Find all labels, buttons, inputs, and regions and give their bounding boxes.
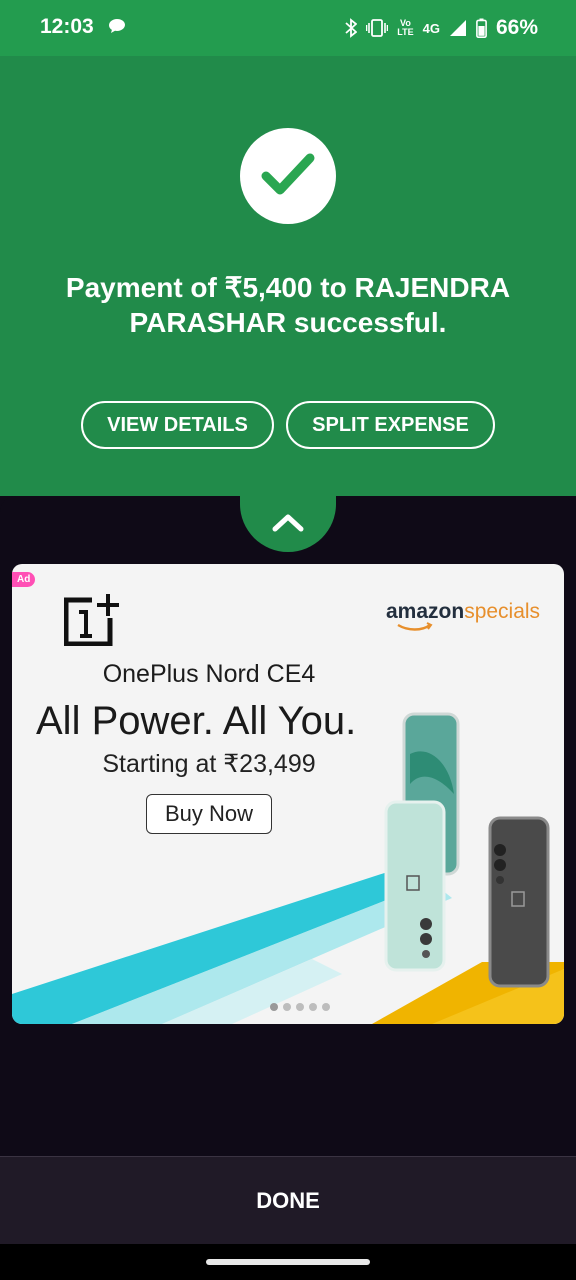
view-details-button[interactable]: VIEW DETAILS bbox=[81, 401, 274, 449]
footer-bar: DONE bbox=[0, 1156, 576, 1245]
status-icons: Vo LTE 4G 66% bbox=[345, 14, 538, 42]
battery-percent: 66% bbox=[495, 16, 538, 39]
battery-icon bbox=[476, 18, 487, 38]
chat-icon bbox=[109, 19, 125, 33]
chevron-up-icon bbox=[272, 514, 304, 532]
carousel-dot[interactable] bbox=[322, 1003, 330, 1011]
home-gesture-handle[interactable] bbox=[206, 1259, 370, 1265]
carousel-dots bbox=[270, 1003, 330, 1011]
phone-gray-image bbox=[488, 816, 550, 988]
ad-price: Starting at ₹23,499 bbox=[102, 750, 316, 778]
carousel-dot[interactable] bbox=[296, 1003, 304, 1011]
ad-headline: All Power. All You. bbox=[36, 699, 357, 743]
carousel-dot[interactable] bbox=[283, 1003, 291, 1011]
status-time: 12:03 bbox=[40, 15, 94, 38]
volte-bottom-text: LTE bbox=[397, 27, 414, 37]
success-badge bbox=[240, 128, 336, 224]
ad-banner[interactable]: Ad amazonspecials OnePlus Nord CE4 All P… bbox=[12, 564, 564, 1024]
check-icon bbox=[261, 153, 315, 195]
bluetooth-icon bbox=[345, 18, 358, 38]
done-button[interactable]: DONE bbox=[0, 1157, 576, 1245]
phone-front-image bbox=[384, 800, 446, 972]
buy-now-button[interactable]: Buy Now bbox=[146, 794, 272, 834]
sponsor-brand: amazonspecials bbox=[386, 600, 540, 624]
network-type: 4G bbox=[422, 20, 440, 36]
status-bar: 12:03 Vo LTE 4G 66% bbox=[0, 0, 576, 56]
system-nav-bar bbox=[0, 1244, 576, 1280]
specials-wordmark: specials bbox=[464, 600, 541, 623]
payment-success-panel: Payment of ₹5,400 to RAJENDRA PARASHAR s… bbox=[0, 56, 576, 496]
amazon-smile-icon bbox=[397, 622, 433, 631]
carousel-dot[interactable] bbox=[309, 1003, 317, 1011]
signal-icon bbox=[449, 20, 466, 36]
volte-icon: Vo LTE bbox=[397, 19, 413, 37]
ad-badge: Ad bbox=[12, 572, 36, 587]
amazon-wordmark: amazon bbox=[386, 600, 465, 623]
split-expense-button[interactable]: SPLIT EXPENSE bbox=[286, 401, 495, 449]
ad-model-name: OnePlus Nord CE4 bbox=[102, 660, 316, 688]
oneplus-logo bbox=[64, 594, 119, 646]
carousel-dot[interactable] bbox=[270, 1003, 278, 1011]
vibrate-icon bbox=[366, 19, 389, 37]
payment-status-message: Payment of ₹5,400 to RAJENDRA PARASHAR s… bbox=[65, 272, 511, 338]
